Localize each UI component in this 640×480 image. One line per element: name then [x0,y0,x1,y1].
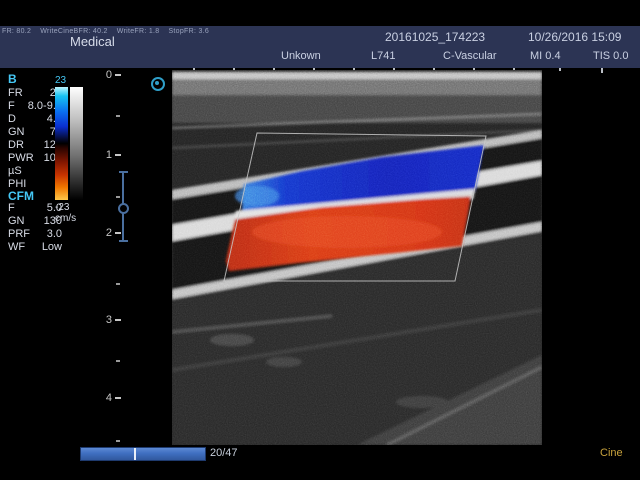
depth-label: 0 [100,69,112,81]
param-row: F8.0-9.6 [8,100,54,113]
depth-label: 2 [100,227,112,239]
b-mode-label: B [8,72,17,86]
cine-mode-label: Cine [600,447,623,459]
width-tick [601,68,603,73]
top-strip [0,0,640,26]
header-bar: FR: 80.2 WriteCineBFR: 40.2 WriteFR: 1.8… [0,26,640,68]
depth-label: 4 [100,392,112,404]
param-row: GN130 [8,215,54,228]
colorbar-min-label: -23 [55,202,69,213]
probe-orientation-marker-icon [151,77,165,91]
param-row: PRF3.0 [8,228,54,241]
brand-label: Medical [70,34,115,49]
ultrasound-app: FR: 80.2 WriteCineBFR: 40.2 WriteFR: 1.8… [0,0,640,480]
param-row: D4.5 [8,113,54,126]
patient-name: Unkown [281,50,321,62]
cine-position-marker[interactable] [134,448,136,460]
cfm-mode-label: CFM [8,189,34,203]
param-row: WFLow [8,241,54,254]
speckle-overlay-2 [172,70,542,445]
doppler-colorbar [55,87,68,200]
cine-progress-bar[interactable] [80,447,206,461]
study-id: 20161025_174223 [385,30,485,44]
param-row: PWR100 [8,152,54,165]
focus-marker-bottom-cap [119,240,128,242]
param-value: 3.0 [16,228,62,240]
focus-marker-handle[interactable] [118,203,129,214]
param-row: µS2 [8,165,54,178]
probe-name: L741 [371,50,395,62]
exam-preset: C-Vascular [443,50,497,62]
date-time: 10/26/2016 15:09 [528,30,621,44]
param-row: DR120 [8,139,54,152]
ultrasound-image[interactable] [172,70,542,445]
param-name: F [8,202,15,214]
param-row: GN75 [8,126,54,139]
mi-value: MI 0.4 [530,50,561,62]
depth-ruler: 0 1 2 3 4 [100,68,132,450]
cine-bar: 20/47 Cine [0,445,640,480]
colorbar-unit-label: cm/s [55,213,76,224]
param-value: Low [16,241,62,253]
grayscale-bar [70,87,83,200]
depth-label: 1 [100,149,112,161]
depth-label: 3 [100,314,112,326]
frame-counter: 20/47 [210,447,238,459]
param-name: F [8,100,15,112]
width-tick [559,68,561,71]
param-name: D [8,113,16,125]
tis-value: TIS 0.0 [593,50,628,62]
param-row: FR22 [8,87,54,100]
colorbar-max-label: 23 [55,75,66,86]
param-row: F5.0 [8,202,54,215]
